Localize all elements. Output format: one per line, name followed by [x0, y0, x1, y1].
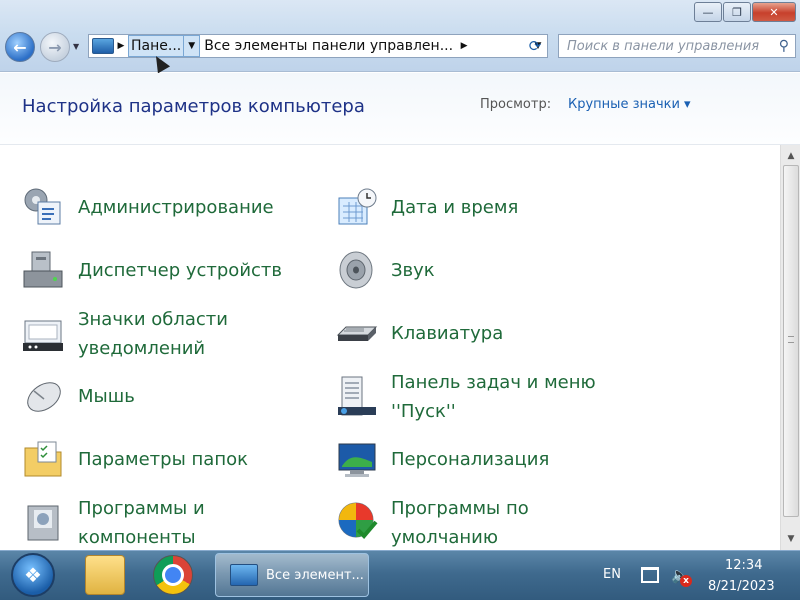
- search-input[interactable]: Поиск в панели управления ⚲: [558, 34, 796, 58]
- breadcrumb-all-items[interactable]: Все элементы панели управлен...: [200, 38, 457, 54]
- item-sound[interactable]: Звук: [391, 256, 435, 285]
- keyboard-icon[interactable]: [336, 313, 378, 355]
- taskbar-window-label: Все элемент...: [266, 567, 364, 583]
- item-device-manager[interactable]: Диспетчер устройств: [78, 256, 282, 285]
- page-title: Настройка параметров компьютера: [22, 96, 365, 117]
- admin-tools-icon[interactable]: [22, 186, 64, 228]
- close-button[interactable]: ✕: [752, 2, 796, 22]
- item-label: Персонализация: [391, 449, 550, 470]
- item-label: Звук: [391, 260, 435, 281]
- breadcrumb-control-panel[interactable]: Пане...: [128, 35, 185, 57]
- sound-icon[interactable]: [336, 249, 378, 291]
- network-icon[interactable]: [641, 567, 659, 583]
- item-label: Дата и время: [391, 197, 519, 218]
- clock-time[interactable]: 12:34: [725, 558, 762, 573]
- item-label: Значки области уведомлений: [78, 309, 228, 359]
- personalization-icon[interactable]: [336, 438, 378, 480]
- start-button[interactable]: ❖: [11, 553, 55, 597]
- item-personalization[interactable]: Персонализация: [391, 445, 549, 474]
- content-header: Настройка параметров компьютера Просмотр…: [0, 73, 800, 145]
- recent-pages-dropdown[interactable]: ▼: [73, 42, 79, 51]
- view-label: Просмотр:: [480, 97, 552, 112]
- scroll-thumb[interactable]: [783, 165, 799, 517]
- item-date-time[interactable]: Дата и время: [391, 193, 518, 222]
- refresh-icon[interactable]: ⟳: [521, 34, 549, 58]
- mouse-icon[interactable]: [22, 375, 64, 417]
- default-programs-icon[interactable]: [336, 500, 378, 542]
- item-programs-features[interactable]: Программы и компоненты: [78, 494, 268, 552]
- scroll-down-icon[interactable]: ▼: [781, 530, 800, 548]
- item-notification-icons[interactable]: Значки области уведомлений: [78, 305, 268, 363]
- date-time-icon[interactable]: [336, 186, 378, 228]
- device-manager-icon[interactable]: [22, 249, 64, 291]
- item-taskbar-start-menu[interactable]: Панель задач и меню ''Пуск'': [391, 368, 621, 426]
- maximize-button[interactable]: ❐: [723, 2, 751, 22]
- scroll-grip-icon: [788, 336, 794, 343]
- item-label: Программы по умолчанию: [391, 498, 529, 548]
- scroll-up-icon[interactable]: ▲: [781, 147, 800, 165]
- breadcrumb-arrow-icon[interactable]: ▶: [457, 41, 471, 51]
- window-controls: — ❐ ✕: [693, 2, 796, 22]
- breadcrumb-arrow-icon[interactable]: ▶: [114, 41, 128, 51]
- taskbar-active-window[interactable]: Все элемент...: [215, 553, 369, 597]
- item-administration[interactable]: Администрирование: [78, 193, 274, 222]
- breadcrumb-dropdown-icon[interactable]: ▼: [184, 35, 201, 57]
- item-label: Клавиатура: [391, 323, 504, 344]
- search-placeholder: Поиск в панели управления: [567, 38, 760, 54]
- vertical-scrollbar[interactable]: ▲ ▼: [780, 145, 800, 550]
- item-label: Мышь: [78, 386, 135, 407]
- programs-features-icon[interactable]: [22, 500, 64, 542]
- item-label: Панель задач и меню ''Пуск'': [391, 372, 596, 422]
- minimize-button[interactable]: —: [694, 2, 722, 22]
- explorer-folder-icon[interactable]: [85, 555, 125, 595]
- forward-button[interactable]: →: [40, 32, 70, 62]
- item-mouse[interactable]: Мышь: [78, 382, 135, 411]
- item-keyboard[interactable]: Клавиатура: [391, 319, 503, 348]
- item-folder-options[interactable]: Параметры папок: [78, 445, 248, 474]
- back-button[interactable]: ←: [5, 32, 35, 62]
- item-label: Параметры папок: [78, 449, 248, 470]
- control-panel-icon: [92, 38, 114, 54]
- view-mode-dropdown[interactable]: Крупные значки ▾: [568, 97, 691, 112]
- taskbar-start-icon[interactable]: [336, 375, 378, 417]
- chrome-icon[interactable]: [153, 555, 193, 595]
- window-titlebar: — ❐ ✕ ← → ▼ ▶ Пане... ▼ Все элементы пан…: [0, 0, 800, 72]
- mute-badge-icon: x: [680, 575, 692, 587]
- control-panel-icon: [230, 564, 258, 586]
- search-icon[interactable]: ⚲: [779, 38, 789, 54]
- item-default-programs[interactable]: Программы по умолчанию: [391, 494, 571, 552]
- item-label: Программы и компоненты: [78, 498, 205, 548]
- folder-options-icon[interactable]: [22, 438, 64, 480]
- item-label: Администрирование: [78, 197, 274, 218]
- item-label: Диспетчер устройств: [78, 260, 283, 281]
- notification-icons-icon[interactable]: [22, 313, 64, 355]
- language-indicator[interactable]: EN: [603, 567, 621, 582]
- clock-date[interactable]: 8/21/2023: [708, 579, 775, 594]
